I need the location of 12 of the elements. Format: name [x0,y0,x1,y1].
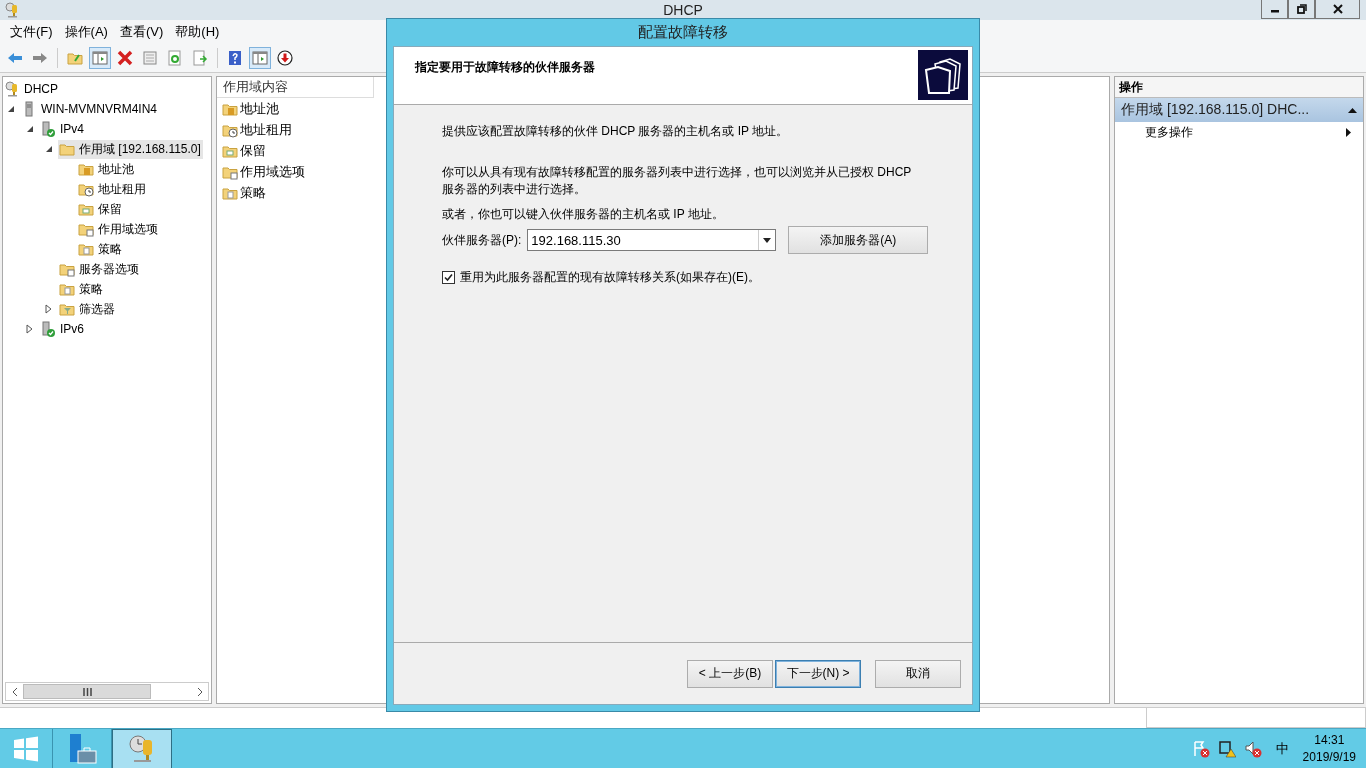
clock-time: 14:31 [1314,732,1345,749]
description-text: 你可以从具有现有故障转移配置的服务器列表中进行选择，也可以浏览并从已授权 DHCP 服务器的列表中进行选择。 [442,164,913,198]
action-label: 更多操作 [1145,123,1193,141]
intro-text: 提供应该配置故障转移的伙伴 DHCP 服务器的主机名或 IP 地址。 [442,123,789,140]
section-title: 作用域 [192.168.115.0] DHC... [1121,101,1310,119]
actions-header: 操作 [1115,77,1363,98]
window-title: DHCP [663,2,703,18]
page-heading: 指定要用于故障转移的伙伴服务器 [415,59,595,76]
hint-text: 或者，你也可以键入伙伴服务器的主机名或 IP 地址。 [442,206,724,223]
dialog-title: 配置故障转移 [638,23,728,42]
clock-date: 2019/9/19 [1302,749,1356,766]
field-label: 伙伴服务器(P): [442,231,522,249]
